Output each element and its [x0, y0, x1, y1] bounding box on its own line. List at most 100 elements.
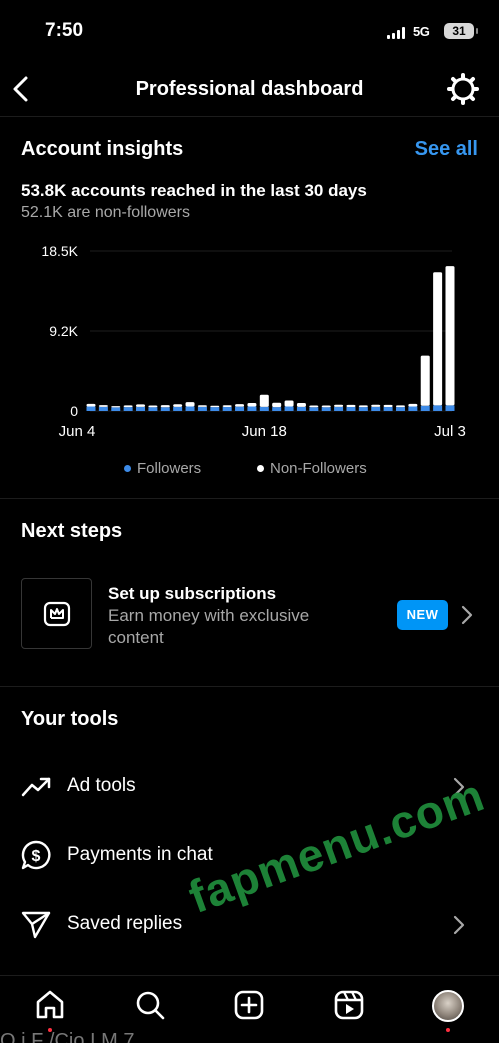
tool-label: Payments in chat [67, 844, 213, 865]
settings-button[interactable] [446, 72, 480, 106]
bar-non-followers [395, 405, 405, 408]
reach-bar-chart[interactable]: 0 9.2K 18.5K Jun 4 Jun 18 Jul 3 [0, 235, 499, 445]
reels-icon [334, 990, 364, 1020]
bar-non-followers [235, 404, 245, 407]
y-tick-label: 9.2K [49, 323, 78, 339]
bar-followers [98, 406, 108, 411]
crown-badge-icon [43, 601, 71, 627]
legend-dot-white-icon [257, 465, 264, 472]
bar-followers [197, 406, 207, 411]
bar-followers [160, 407, 170, 411]
tool-label: Ad tools [67, 775, 136, 796]
bar-followers [111, 407, 121, 411]
subscriptions-card[interactable]: Set up subscriptions Earn money with exc… [0, 570, 499, 660]
card-title: Set up subscriptions [108, 584, 277, 603]
bar-followers [284, 406, 294, 411]
nav-search[interactable] [133, 988, 167, 1022]
x-tick-label: Jul 3 [434, 423, 466, 440]
bar-non-followers [160, 405, 170, 408]
bar-followers [296, 406, 306, 411]
bar-non-followers [173, 404, 183, 407]
bar-followers [173, 406, 183, 411]
nav-create[interactable] [232, 988, 266, 1022]
bar-followers [222, 407, 232, 411]
bar-non-followers [185, 402, 195, 407]
bar-followers [136, 406, 146, 411]
network-type: 5G [413, 24, 430, 39]
bar-followers [185, 406, 195, 411]
legend-non-followers: Non-Followers [257, 460, 367, 477]
bar-non-followers [197, 405, 207, 407]
bar-non-followers [272, 402, 282, 408]
home-icon [36, 990, 64, 1019]
bar-followers [346, 407, 356, 411]
bar-non-followers [371, 404, 381, 407]
insights-title: Account insights [21, 138, 184, 160]
gear-icon [447, 73, 479, 105]
nav-home[interactable] [33, 988, 67, 1032]
bar-followers [395, 407, 405, 411]
y-tick-label: 18.5K [41, 243, 78, 259]
bar-non-followers [358, 405, 368, 408]
bar-non-followers [433, 272, 443, 406]
header: Professional dashboard [0, 62, 499, 116]
legend-followers: Followers [124, 460, 201, 477]
new-badge: NEW [397, 600, 448, 630]
bar-followers [86, 406, 96, 411]
bar-non-followers [346, 404, 356, 408]
bar-followers [358, 407, 368, 411]
bar-non-followers [222, 405, 232, 408]
legend-dot-blue-icon [124, 465, 131, 472]
svg-text:$: $ [32, 848, 41, 865]
reach-summary: 53.8K accounts reached in the last 30 da… [21, 181, 367, 200]
bar-non-followers [445, 266, 455, 406]
bar-followers [334, 406, 344, 411]
bar-non-followers [408, 403, 418, 407]
subscriptions-icon-box [21, 578, 92, 649]
bar-followers [123, 407, 133, 411]
bar-non-followers [321, 405, 331, 408]
nav-reels[interactable] [332, 988, 366, 1022]
bar-followers [259, 406, 269, 411]
bar-followers [408, 406, 418, 411]
bar-non-followers [86, 403, 96, 407]
x-tick-label: Jun 18 [242, 423, 287, 440]
tool-label: Saved replies [67, 913, 183, 934]
bar-followers [210, 407, 220, 411]
bar-followers [247, 406, 257, 411]
status-time: 7:50 [45, 20, 84, 41]
legend-label: Followers [137, 460, 202, 477]
dollar-chat-icon: $ [21, 840, 51, 870]
chevron-right-icon [461, 605, 473, 625]
x-tick-label: Jun 4 [59, 423, 96, 440]
legend-label: Non-Followers [270, 460, 367, 477]
bar-non-followers [309, 405, 319, 408]
bar-followers [420, 405, 430, 411]
bar-non-followers [383, 404, 393, 408]
divider [0, 498, 499, 499]
profile-avatar[interactable] [432, 990, 464, 1022]
divider [0, 116, 499, 117]
create-icon [234, 990, 264, 1020]
footer-text: O i F /Cio I M 7 [0, 1030, 135, 1043]
bar-non-followers [98, 405, 108, 407]
battery-icon: 31 [444, 23, 478, 39]
bar-non-followers [334, 404, 344, 407]
bar-non-followers [210, 405, 220, 408]
bar-followers [383, 407, 393, 411]
see-all-link[interactable]: See all [415, 138, 478, 161]
bar-non-followers [247, 403, 257, 407]
bar-followers [148, 407, 158, 411]
bar-non-followers [259, 394, 269, 407]
divider [0, 686, 499, 687]
signal-icon [387, 27, 405, 39]
bar-followers [235, 406, 245, 411]
status-bar: 7:50 5G 31 [0, 0, 499, 60]
tools-title: Your tools [21, 708, 119, 730]
next-steps-title: Next steps [21, 520, 123, 542]
page-title: Professional dashboard [135, 78, 364, 100]
search-icon [136, 991, 165, 1020]
bar-non-followers [148, 405, 158, 408]
bar-non-followers [123, 405, 133, 408]
bar-followers [272, 407, 282, 411]
